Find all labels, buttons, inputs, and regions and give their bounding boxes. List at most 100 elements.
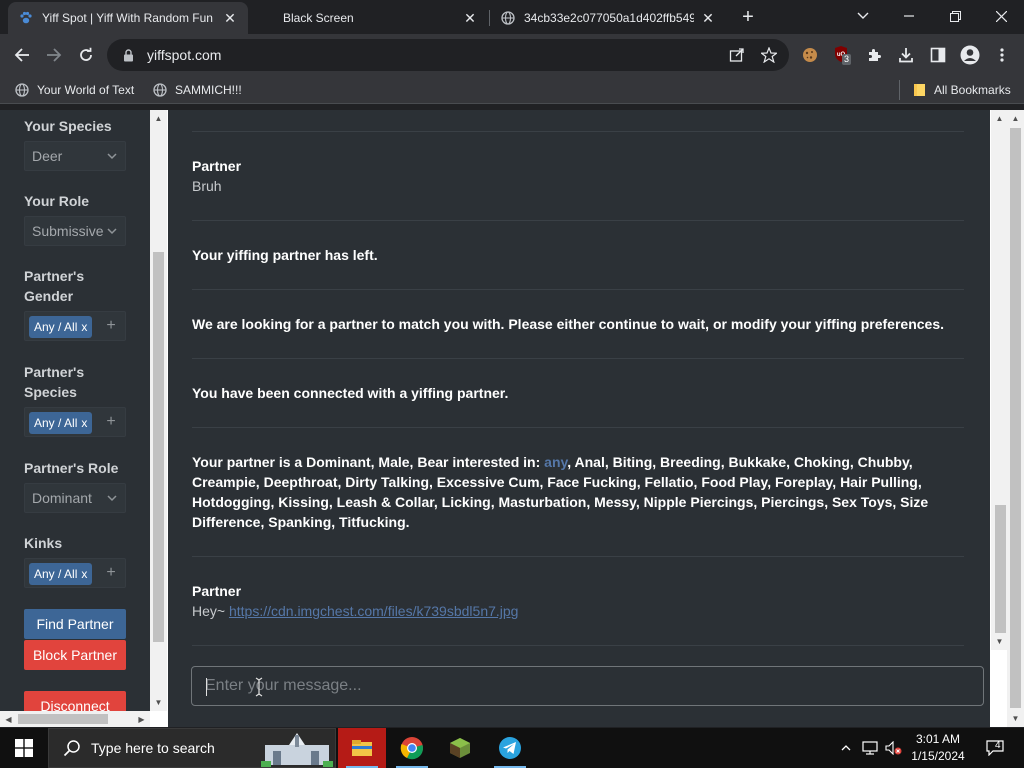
chat-scrollbar[interactable]: ▲ ▼ (991, 110, 1008, 650)
ublock-badge: 3 (842, 54, 852, 65)
scrollbar-thumb[interactable] (1010, 128, 1021, 708)
partner-species-tags[interactable]: Any / All x + (24, 407, 126, 437)
scroll-down-arrow-icon[interactable]: ▼ (150, 694, 167, 711)
scroll-up-arrow-icon[interactable]: ▲ (991, 110, 1008, 127)
text-caret (206, 678, 207, 696)
reload-icon[interactable] (73, 42, 99, 68)
tab-title: 34cb33e2c077050a1d402ffb549 (524, 11, 694, 25)
message-text: Hey~ https://cdn.imgchest.com/files/k739… (192, 601, 964, 621)
url-text: yiffspot.com (147, 47, 222, 63)
partner-gender-tags[interactable]: Any / All x + (24, 311, 126, 341)
add-tag-icon[interactable]: + (103, 412, 119, 432)
side-panel-icon[interactable] (925, 42, 951, 68)
interest-any-link[interactable]: any (544, 454, 567, 470)
bookmark-star-icon[interactable] (759, 45, 779, 65)
scroll-right-arrow-icon[interactable]: ▶ (133, 711, 150, 727)
volume-muted-icon[interactable] (882, 728, 906, 768)
message-divider (192, 427, 964, 428)
chrome-icon (400, 737, 423, 760)
show-hidden-icons-chevron-icon[interactable] (836, 728, 856, 768)
scrollbar-thumb[interactable] (18, 714, 108, 724)
taskbar-chrome[interactable] (388, 728, 436, 768)
new-tab-icon[interactable]: + (737, 6, 759, 28)
block-partner-button[interactable]: Block Partner (24, 640, 126, 670)
taskbar-app-green[interactable] (436, 728, 484, 768)
scroll-up-arrow-icon[interactable]: ▲ (1007, 110, 1024, 127)
message-composer[interactable] (191, 666, 984, 706)
tab-black-screen[interactable]: Black Screen ✕ (256, 2, 488, 34)
scroll-down-arrow-icon[interactable]: ▼ (991, 633, 1008, 650)
tab-yiffspot[interactable]: Yiff Spot | Yiff With Random Fun ✕ (8, 2, 248, 34)
taskbar-clock[interactable]: 3:01 AM 1/15/2024 (905, 731, 971, 765)
tab-hash[interactable]: 34cb33e2c077050a1d402ffb549 ✕ (490, 2, 726, 34)
tab-close-icon[interactable]: ✕ (700, 10, 716, 26)
notification-count: 4 (995, 740, 1001, 751)
windows-start-icon[interactable] (0, 728, 48, 768)
share-icon[interactable] (727, 45, 747, 65)
taskbar-search-box[interactable]: Type here to search (48, 728, 336, 768)
bookmark-sammich[interactable]: SAMMICH!!! (153, 81, 242, 99)
scrollbar-thumb[interactable] (153, 252, 164, 642)
clock-time: 3:01 AM (915, 732, 961, 746)
address-bar[interactable]: yiffspot.com (107, 39, 789, 71)
tag-remove-icon[interactable]: x (81, 416, 87, 430)
notification-center-icon[interactable]: 4 (980, 728, 1010, 768)
all-bookmarks-label: All Bookmarks (934, 83, 1011, 97)
network-icon[interactable] (858, 728, 882, 768)
your-species-select[interactable]: Deer (24, 141, 126, 171)
all-bookmarks-button[interactable]: All Bookmarks (912, 81, 1011, 99)
close-window-icon[interactable] (978, 0, 1024, 32)
image-link[interactable]: https://cdn.imgchest.com/files/k739sbdl5… (229, 603, 519, 619)
extensions-puzzle-icon[interactable] (861, 42, 887, 68)
lock-icon[interactable] (121, 48, 135, 62)
profile-avatar-icon[interactable] (957, 42, 983, 68)
globe-icon (153, 83, 167, 97)
message-input[interactable] (192, 677, 983, 695)
globe-icon (15, 83, 29, 97)
tag-label: Any / All (34, 567, 78, 581)
tag-any-all[interactable]: Any / All x (29, 316, 93, 338)
system-message: You have been connected with a yiffing p… (192, 385, 509, 401)
taskbar-telegram[interactable] (486, 728, 534, 768)
search-icon (63, 740, 80, 757)
taskbar-app-red[interactable] (338, 728, 386, 768)
browser-toolbar: yiffspot.com uO 3 (0, 34, 1024, 76)
tag-remove-icon[interactable]: x (81, 320, 87, 334)
partner-role-select[interactable]: Dominant (24, 483, 126, 513)
chat-message: Partner Hey~ https://cdn.imgchest.com/fi… (192, 581, 964, 621)
scrollbar-thumb[interactable] (995, 505, 1006, 633)
your-role-select[interactable]: Submissive (24, 216, 126, 246)
tag-any-all[interactable]: Any / All x (29, 412, 93, 434)
scroll-down-arrow-icon[interactable]: ▼ (1007, 710, 1024, 727)
kinks-tags[interactable]: Any / All x + (24, 558, 126, 588)
add-tag-icon[interactable]: + (103, 316, 119, 336)
ibeam-cursor-icon (255, 677, 263, 697)
bookmark-your-world-of-text[interactable]: Your World of Text (15, 81, 134, 99)
bookmark-label: Your World of Text (37, 83, 135, 97)
add-tag-icon[interactable]: + (103, 563, 119, 583)
browser-tab-strip: Yiff Spot | Yiff With Random Fun ✕ Black… (0, 0, 1024, 34)
disconnect-button[interactable]: Disconnect (24, 691, 126, 711)
page-scrollbar[interactable]: ▲ ▼ (1007, 110, 1024, 727)
back-arrow-icon[interactable] (9, 42, 35, 68)
cookie-extension-icon[interactable] (797, 42, 823, 68)
tag-any-all[interactable]: Any / All x (29, 563, 93, 585)
tag-remove-icon[interactable]: x (81, 567, 87, 581)
menu-kebab-icon[interactable] (989, 42, 1015, 68)
minimize-icon[interactable] (886, 0, 932, 32)
forward-arrow-icon[interactable] (41, 42, 67, 68)
sidebar-scrollbar[interactable]: ▲ ▼ (150, 110, 167, 711)
scroll-left-arrow-icon[interactable]: ◀ (0, 711, 17, 727)
sidebar-horizontal-scrollbar[interactable]: ◀ ▶ (0, 711, 150, 727)
bookmarks-separator (899, 80, 900, 100)
tab-close-icon[interactable]: ✕ (462, 10, 478, 26)
tab-close-icon[interactable]: ✕ (222, 10, 238, 26)
restore-icon[interactable] (932, 0, 978, 32)
ublock-extension-icon[interactable]: uO 3 (829, 42, 855, 68)
scroll-up-arrow-icon[interactable]: ▲ (150, 110, 167, 127)
chat-message: Partner Bruh (192, 156, 964, 196)
find-partner-button[interactable]: Find Partner (24, 609, 126, 639)
tab-search-icon[interactable] (840, 0, 886, 32)
download-icon[interactable] (893, 42, 919, 68)
partner-species-label: Partner's Species (24, 364, 85, 400)
